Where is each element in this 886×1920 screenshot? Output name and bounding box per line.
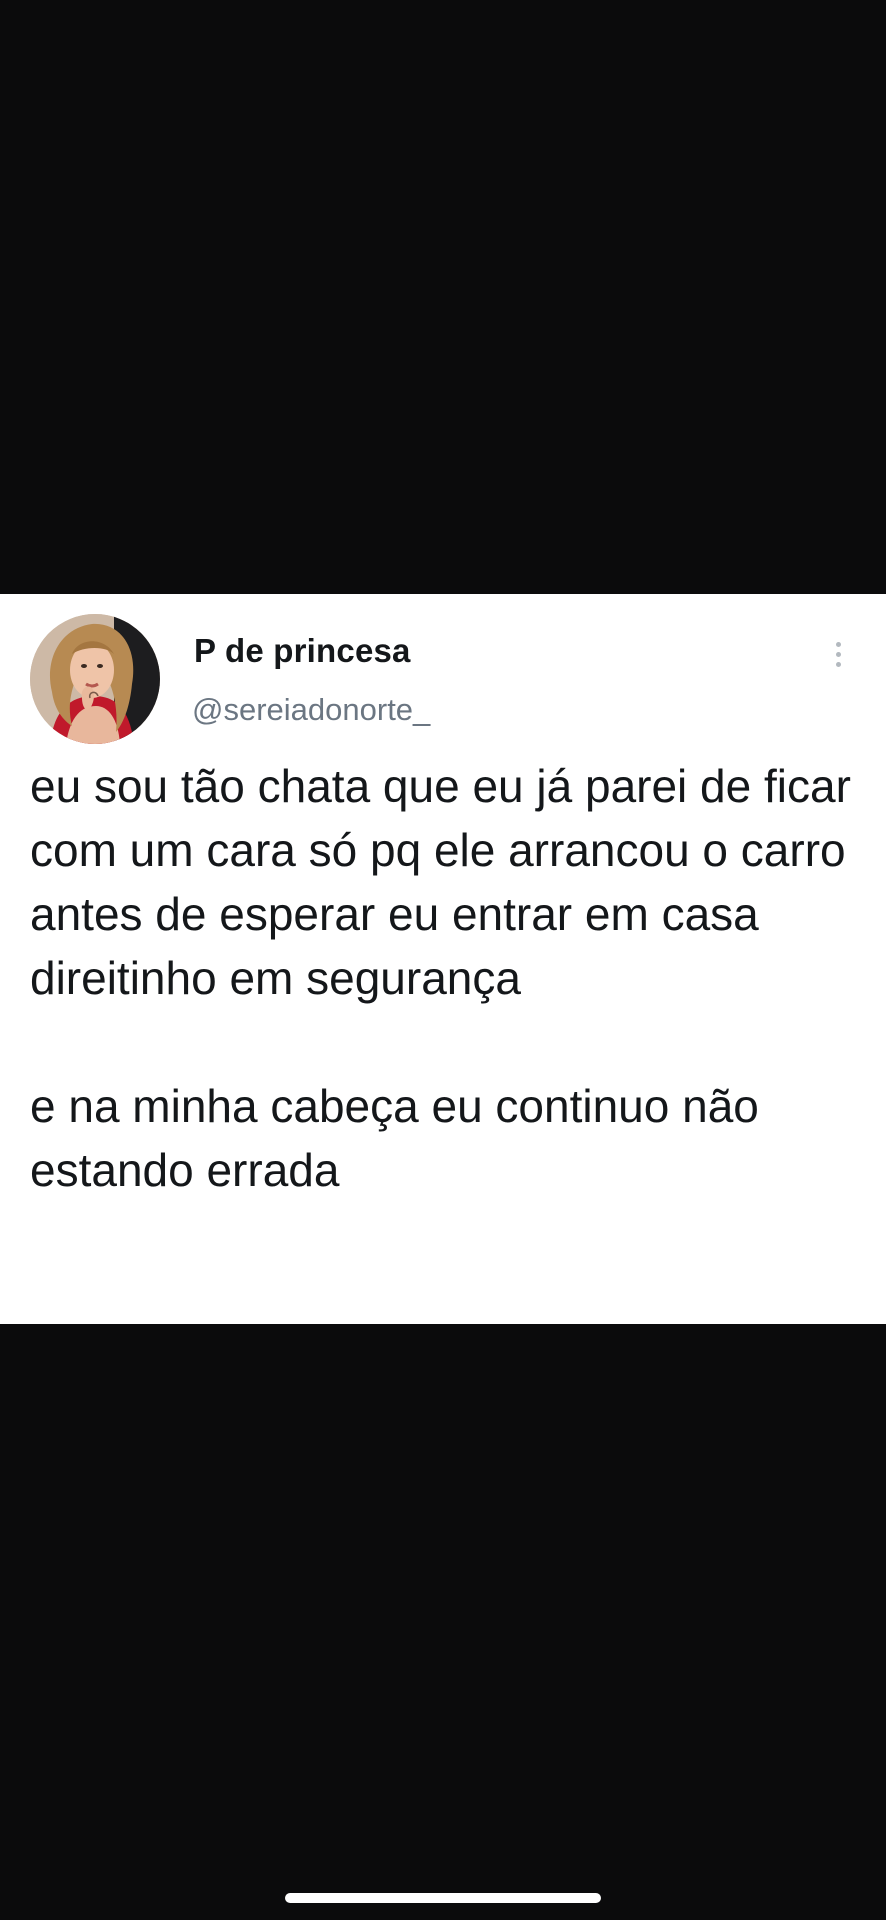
- display-name[interactable]: P de princesa: [194, 632, 411, 670]
- username-handle[interactable]: @sereiadonorte_: [192, 692, 430, 728]
- more-vertical-icon-dot: [835, 651, 841, 657]
- tweet-text: eu sou tão chata que eu já parei de fica…: [30, 754, 860, 1202]
- more-vertical-icon: [835, 641, 841, 647]
- tweet-paragraph: eu sou tão chata que eu já parei de fica…: [30, 760, 851, 1004]
- avatar-photo: [30, 614, 160, 744]
- screenshot-screen: P de princesa @sereiadonorte_ eu sou tão…: [0, 0, 886, 1920]
- avatar[interactable]: [30, 614, 160, 744]
- tweet-card: P de princesa @sereiadonorte_ eu sou tão…: [0, 594, 886, 1324]
- tweet-paragraph: e na minha cabeça eu continuo não estand…: [30, 1080, 759, 1196]
- home-indicator[interactable]: [285, 1893, 601, 1903]
- more-options-button[interactable]: [824, 632, 852, 676]
- more-vertical-icon-dot: [835, 661, 841, 667]
